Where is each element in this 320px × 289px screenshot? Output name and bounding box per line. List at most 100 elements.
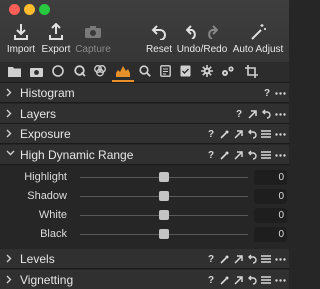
pop-out-icon[interactable] [248,108,257,120]
more-options-icon[interactable] [275,253,286,265]
redo-icon [208,25,218,39]
pop-out-icon[interactable] [234,128,243,140]
presets-list-icon[interactable] [261,128,271,140]
slider-label: Shadow [27,190,67,202]
more-options-icon[interactable] [275,128,286,140]
panel-title: Layers [20,107,57,121]
minimize-window-button[interactable] [24,4,35,15]
reset-panel-icon[interactable] [248,149,257,161]
panel-layers-header[interactable]: Layers ? [0,104,289,124]
tab-lens[interactable] [51,64,65,78]
import-label: Import [6,44,36,55]
camera-icon [29,67,43,77]
magnifier-icon [139,65,151,77]
chevron-right-icon [6,254,12,263]
checklist-icon [180,65,190,77]
panel-title: Vignetting [20,273,74,287]
gear-icon [201,65,213,77]
undo-redo-button[interactable]: Undo/Redo [177,20,227,60]
slider-thumb[interactable] [159,172,169,182]
pop-out-icon[interactable] [234,149,243,161]
picker-icon[interactable] [220,149,229,161]
reset-panel-icon[interactable] [248,274,257,286]
panel-levels-header[interactable]: Levels ? [0,249,289,269]
active-tab-indicator [112,80,134,82]
color-circles-icon [94,65,106,77]
auto-adjust-button[interactable]: Auto Adjust [231,20,285,60]
more-options-icon[interactable] [275,274,286,286]
help-icon[interactable]: ? [208,149,214,161]
slider-thumb[interactable] [159,210,169,220]
help-icon[interactable]: ? [236,108,242,120]
more-options-icon[interactable] [275,108,286,120]
slider-row-highlight: Highlight 0 [0,168,289,188]
zoom-window-button[interactable] [39,4,50,15]
export-icon [48,20,64,44]
slider-value-field[interactable]: 0 [254,189,287,204]
slider-row-shadow: Shadow 0 [0,187,289,207]
slider-label: White [38,209,67,221]
chevron-right-icon [6,129,12,138]
picker-icon[interactable] [220,253,229,265]
pop-out-icon[interactable] [234,274,243,286]
slider-value-field[interactable]: 0 [254,208,287,223]
more-options-icon[interactable] [275,87,286,99]
tab-crop[interactable] [244,64,258,78]
tab-adjustments[interactable] [178,64,192,78]
capture-button[interactable]: Capture [75,20,111,60]
help-icon[interactable]: ? [208,274,214,286]
chevron-right-icon [6,88,12,97]
slider-row-white: White 0 [0,206,289,226]
chevron-right-icon [6,275,12,284]
tab-color[interactable] [93,64,107,78]
tab-exposure[interactable] [116,64,130,78]
tab-quick[interactable] [73,64,87,78]
help-icon[interactable]: ? [208,253,214,265]
tab-library[interactable] [7,64,21,78]
picker-icon[interactable] [220,274,229,286]
reset-panel-icon[interactable] [248,253,257,265]
help-icon[interactable]: ? [264,87,270,99]
crop-icon [244,64,258,78]
reset-panel-icon[interactable] [262,108,271,120]
slider-thumb[interactable] [159,191,169,201]
export-button[interactable]: Export [40,20,72,60]
import-button[interactable]: Import [6,20,36,60]
slider-label: Highlight [24,171,67,183]
presets-list-icon[interactable] [261,253,271,265]
presets-list-icon[interactable] [261,149,271,161]
slider-value-field[interactable]: 0 [254,170,287,185]
capture-label: Capture [75,44,111,55]
import-icon [13,20,29,44]
reset-label: Reset [145,44,173,55]
panel-title: Exposure [20,127,71,141]
slider-value-field[interactable]: 0 [254,227,287,242]
export-label: Export [41,44,71,55]
panel-hdr-header[interactable]: High Dynamic Range ? [0,145,289,165]
tab-settings[interactable] [200,64,214,78]
auto-adjust-label: Auto Adjust [232,44,284,55]
chevron-down-icon [6,150,15,156]
help-icon[interactable]: ? [208,128,214,140]
toolbar: Import Export Capture Reset Undo/Redo Au… [0,0,289,62]
tab-details[interactable] [138,64,152,78]
reset-icon [151,20,167,44]
panel-exposure-header[interactable]: Exposure ? [0,124,289,144]
picker-icon[interactable] [220,128,229,140]
slider-row-black: Black 0 [0,225,289,245]
more-options-icon[interactable] [275,149,286,161]
panel-vignetting-header[interactable]: Vignetting ? [0,270,289,289]
panel-histogram-header[interactable]: Histogram ? [0,83,289,103]
capture-camera-icon [84,20,102,44]
panel-title: Levels [20,252,55,266]
reset-panel-icon[interactable] [248,128,257,140]
reset-button[interactable]: Reset [146,20,172,60]
presets-list-icon[interactable] [261,274,271,286]
tab-batch[interactable] [221,64,235,78]
tab-capture[interactable] [29,64,43,78]
slider-thumb[interactable] [159,229,169,239]
close-window-button[interactable] [9,4,20,15]
tab-metadata[interactable] [158,64,172,78]
pop-out-icon[interactable] [234,253,243,265]
chevron-right-icon [6,109,12,118]
